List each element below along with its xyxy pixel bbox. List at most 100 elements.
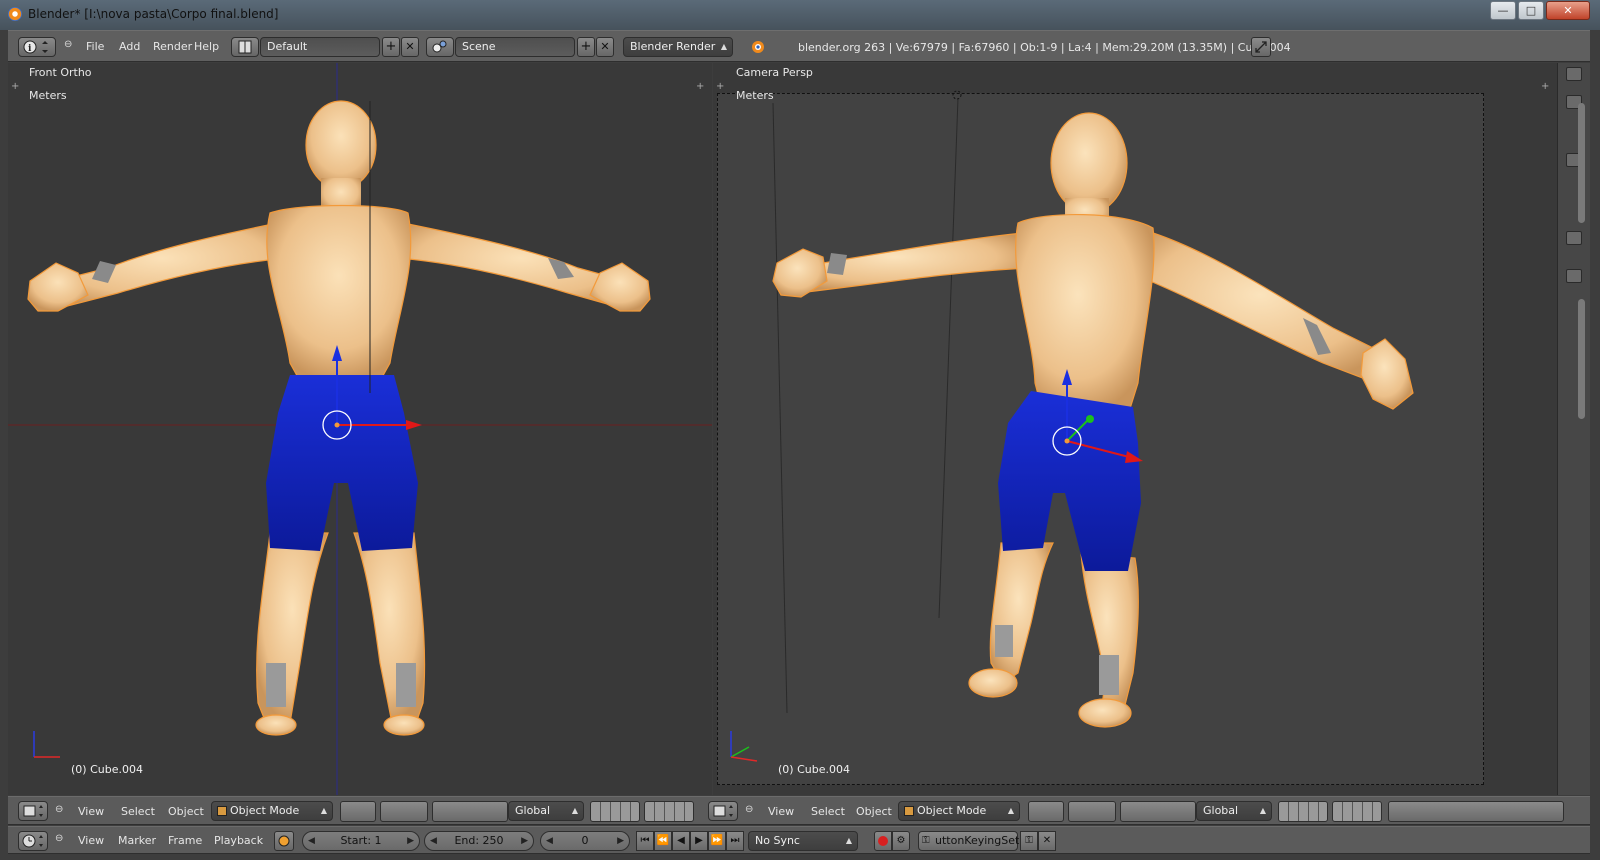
axis-gizmo-icon [33,731,60,758]
front-view-canvas [8,63,712,795]
layer-buttons[interactable] [644,801,694,822]
frame-start-field[interactable]: ◀ Start: 1 ▶ [302,831,420,851]
menu-view[interactable]: View [768,805,794,818]
view3d-header-bar: ⊖ View Select Object Object Mode ▲ Globa… [8,796,1590,825]
frame-end-field[interactable]: ◀ End: 250 ▶ [424,831,534,851]
increment-arrow-icon[interactable]: ▶ [617,832,624,850]
keying-options-icon[interactable]: ⚙ [892,831,910,851]
layout-type-button[interactable] [231,37,259,57]
mode-dropdown[interactable]: Object Mode ▲ [211,801,333,821]
jump-start-icon[interactable]: ⏮ [636,831,654,851]
menu-select[interactable]: Select [811,805,845,818]
decrement-arrow-icon[interactable]: ◀ [430,832,437,850]
scene-statistics: blender.org 263 | Ve:67979 | Fa:67960 | … [798,41,1291,54]
manipulator-buttons[interactable] [432,801,508,822]
scene-remove-button[interactable]: ✕ [596,37,614,57]
scene-icon [432,40,447,53]
orientation-dropdown[interactable]: Global ▲ [508,801,584,821]
shading-button[interactable] [340,801,376,822]
jump-end-icon[interactable]: ⏭ [726,831,744,851]
render-snap-buttons[interactable] [1388,801,1564,822]
menu-view[interactable]: View [78,805,104,818]
scene-type-button[interactable] [426,37,454,57]
ankle-patch [1099,655,1119,695]
scrollbar[interactable] [1578,299,1585,419]
render-engine-dropdown[interactable]: Blender Render ▲ [623,37,733,57]
scene-name-field[interactable]: Scene [455,37,575,57]
view3d-icon [713,805,733,817]
viewport-camera-persp[interactable]: Camera Persp Meters + + (0) Cube.004 [713,63,1557,795]
editor-type-button[interactable] [18,801,48,821]
next-keyframe-icon[interactable]: ⏩ [708,831,726,851]
editor-type-button[interactable] [708,801,738,821]
manipulator-buttons[interactable] [1120,801,1196,822]
current-frame-field[interactable]: ◀ 0 ▶ [540,831,630,851]
viewport-front-ortho[interactable]: Front Ortho Meters + + (0) Cube.004 [8,63,712,795]
timeline-header-bar: ⊖ View Marker Frame Playback ◀ Start: 1 … [8,826,1590,854]
blender-logo-icon [752,41,764,53]
prev-keyframe-icon[interactable]: ⏪ [654,831,672,851]
sync-mode-dropdown[interactable]: No Sync ▲ [748,831,858,851]
axis-gizmo-icon [730,731,758,762]
layout-remove-button[interactable]: ✕ [401,37,419,57]
menu-file[interactable]: File [86,40,104,53]
properties-icon[interactable] [1566,269,1582,283]
camera-icon[interactable] [1566,231,1582,245]
decrement-arrow-icon[interactable]: ◀ [308,832,315,850]
record-icon[interactable] [874,831,892,851]
collapse-menu-icon[interactable]: ⊖ [55,804,63,815]
play-reverse-icon[interactable]: ◀ [672,831,690,851]
collapse-menu-icon[interactable]: ⊖ [55,833,63,844]
delete-keyframe-icon[interactable]: ✕ [1038,831,1056,851]
menu-frame[interactable]: Frame [168,834,202,847]
menu-add[interactable]: Add [119,40,140,53]
object-mode-icon [217,806,227,816]
fullscreen-toggle-icon[interactable] [1251,37,1271,57]
screen-layout-icon [238,40,252,54]
use-preview-range-icon[interactable] [274,831,294,851]
dropdown-arrow-icon: ▲ [1259,806,1266,815]
increment-arrow-icon[interactable]: ▶ [407,832,414,850]
editor-type-button[interactable] [18,831,48,851]
menu-object[interactable]: Object [856,805,892,818]
sync-mode-label: No Sync [755,834,800,847]
scrollbar[interactable] [1578,103,1585,223]
menu-help[interactable]: Help [194,40,219,53]
pivot-snap-buttons[interactable] [1068,801,1116,822]
layout-add-button[interactable]: + [382,37,400,57]
menu-object[interactable]: Object [168,805,204,818]
dropdown-arrow-icon: ▲ [320,806,327,815]
camera-view-canvas [730,90,1414,762]
scene-add-button[interactable]: + [577,37,595,57]
menu-view[interactable]: View [78,834,104,847]
increment-arrow-icon[interactable]: ▶ [521,832,528,850]
orientation-dropdown[interactable]: Global ▲ [1196,801,1272,821]
keying-set-label: uttonKeyingSet [935,834,1020,847]
layout-name-field[interactable]: Default [260,37,380,57]
menu-select[interactable]: Select [121,805,155,818]
insert-keyframe-icon[interactable]: ⚿ [1020,831,1038,851]
properties-sidebar[interactable] [1557,63,1590,795]
layer-buttons[interactable] [1332,801,1382,822]
timeline-icon [22,834,43,848]
layer-buttons[interactable] [590,801,640,822]
menu-marker[interactable]: Marker [118,834,156,847]
shading-button[interactable] [1028,801,1064,822]
keying-set-field[interactable]: ⚿ uttonKeyingSet [918,831,1020,851]
collapse-menu-icon[interactable]: ⊖ [745,804,753,815]
pivot-snap-buttons[interactable] [380,801,428,822]
play-icon[interactable]: ▶ [690,831,708,851]
maximize-button[interactable]: □ [1518,1,1544,20]
layer-buttons[interactable] [1278,801,1328,822]
decrement-arrow-icon[interactable]: ◀ [546,832,553,850]
collapse-menu-icon[interactable]: ⊖ [64,39,72,50]
minimize-button[interactable]: — [1490,1,1516,20]
view3d-icon [23,805,43,817]
object-mode-icon [904,806,914,816]
mode-dropdown[interactable]: Object Mode ▲ [898,801,1020,821]
menu-playback[interactable]: Playback [214,834,263,847]
close-button[interactable]: ✕ [1546,1,1590,20]
menu-render[interactable]: Render [153,40,192,53]
editor-type-button[interactable]: i [18,37,56,57]
outliner-icon[interactable] [1566,67,1582,81]
